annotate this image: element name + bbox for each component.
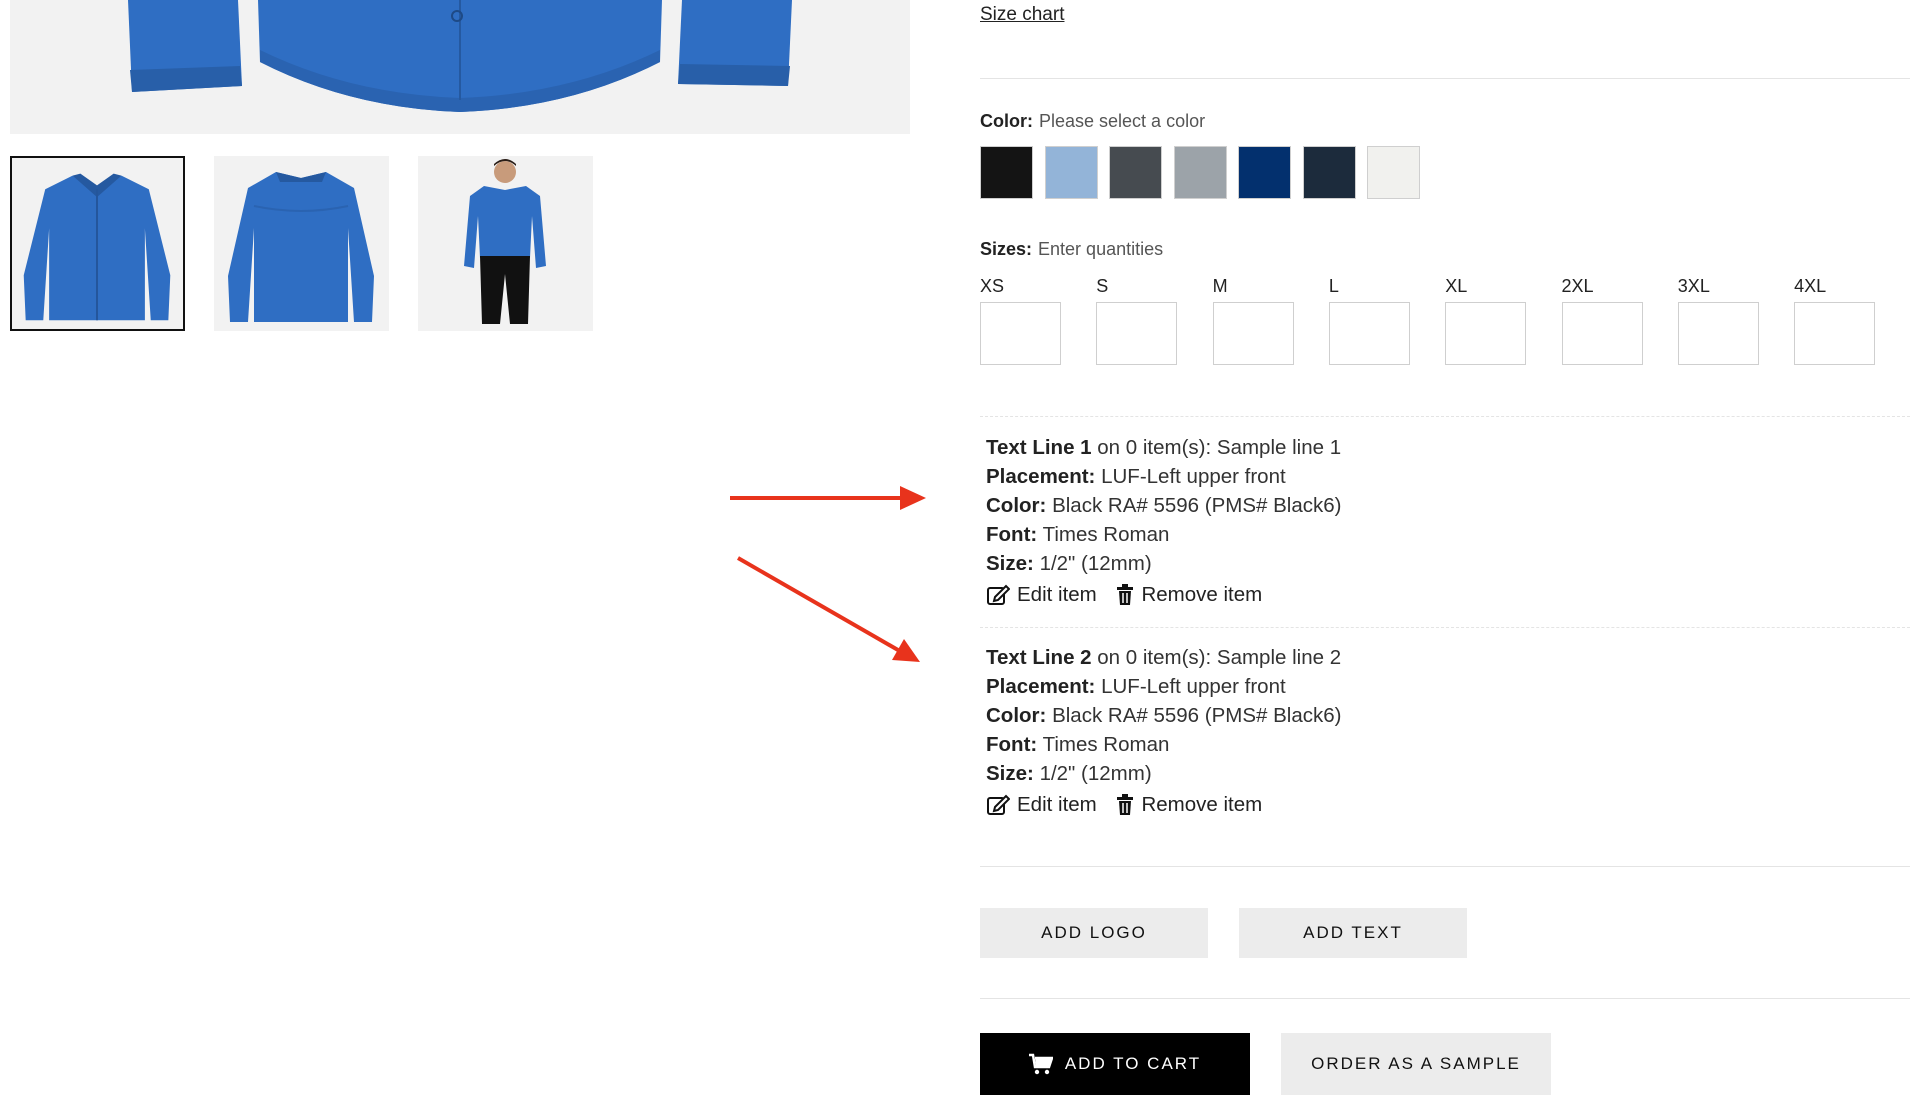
color-field-label: Color: Please select a color	[980, 111, 1205, 132]
size-label: Size:	[986, 762, 1034, 785]
size-quantity-input[interactable]	[1677, 302, 1759, 365]
color-swatch[interactable]	[1109, 146, 1162, 199]
add-to-cart-label: ADD TO CART	[1064, 1054, 1202, 1073]
edit-icon	[987, 584, 1010, 605]
size-quantity-input[interactable]	[1445, 302, 1527, 365]
color-value: Black RA# 5596 (PMS# Black6)	[1052, 494, 1342, 517]
color-swatch[interactable]	[1173, 146, 1227, 199]
color-label: Color:	[980, 111, 1033, 131]
color-label: Color:	[986, 704, 1047, 727]
size-quantity-input[interactable]	[1096, 302, 1178, 365]
font-value: Times Roman	[1042, 523, 1170, 546]
color-swatch[interactable]	[1302, 146, 1356, 199]
add-text-button[interactable]: ADD TEXT	[1239, 908, 1467, 958]
sizes-label: Sizes:	[980, 239, 1033, 259]
size-label: XL	[1445, 276, 1468, 296]
color-swatch[interactable]	[1044, 146, 1098, 199]
size-column: L	[1328, 276, 1410, 365]
decoration-title: Text Line 2	[986, 646, 1092, 669]
size-quantity-input[interactable]	[980, 302, 1061, 365]
placement-label: Placement:	[986, 675, 1096, 698]
size-value: 1/2" (12mm)	[1039, 552, 1152, 575]
size-column: 3XL	[1677, 276, 1759, 365]
size-column: S	[1096, 276, 1178, 365]
thumbnail-back[interactable]	[214, 156, 389, 331]
thumbnail-front[interactable]	[10, 156, 185, 331]
color-swatch[interactable]	[1238, 146, 1291, 199]
size-column: XS	[980, 276, 1061, 365]
font-label: Font:	[986, 523, 1038, 546]
size-label: 2XL	[1561, 276, 1594, 296]
color-label: Color:	[986, 494, 1047, 517]
size-quantity-input[interactable]	[1794, 302, 1876, 365]
main-product-image	[10, 0, 910, 134]
size-column: 4XL	[1794, 276, 1876, 365]
trash-icon	[1117, 583, 1134, 605]
size-column: XL	[1445, 276, 1527, 365]
color-value: Black RA# 5596 (PMS# Black6)	[1052, 704, 1342, 727]
placement-value: LUF-Left upper front	[1101, 675, 1286, 698]
font-value: Times Roman	[1042, 733, 1170, 756]
sizes-hint: Enter quantities	[1038, 239, 1164, 259]
decoration-item-2: Text Line 2 on 0 item(s): Sample line 2 …	[986, 643, 1341, 824]
color-swatch[interactable]	[1367, 146, 1420, 199]
decoration-summary: on 0 item(s): Sample line 2	[1097, 646, 1342, 669]
size-chart-link[interactable]: Size chart	[980, 4, 1064, 26]
size-label: L	[1328, 276, 1339, 296]
trash-icon	[1117, 793, 1134, 815]
remove-item-label: Remove item	[1141, 583, 1263, 606]
size-label: Size:	[986, 552, 1034, 575]
placement-value: LUF-Left upper front	[1101, 465, 1286, 488]
sizes-field-label: Sizes: Enter quantities	[980, 239, 1163, 260]
order-as-sample-button[interactable]: ORDER AS A SAMPLE	[1281, 1033, 1551, 1095]
size-column: M	[1212, 276, 1294, 365]
edit-item-button[interactable]: Edit item	[986, 580, 1097, 609]
divider	[980, 866, 1910, 867]
size-label: XS	[980, 276, 1005, 296]
divider	[980, 78, 1910, 79]
divider	[980, 416, 1910, 417]
color-swatch[interactable]	[980, 146, 1033, 199]
size-column: 2XL	[1561, 276, 1643, 365]
edit-item-label: Edit item	[1017, 583, 1097, 606]
decoration-summary: on 0 item(s): Sample line 1	[1097, 436, 1342, 459]
size-label: M	[1212, 276, 1228, 296]
font-label: Font:	[986, 733, 1038, 756]
placement-label: Placement:	[986, 465, 1096, 488]
divider	[980, 998, 1910, 999]
size-quantity-input[interactable]	[1212, 302, 1294, 365]
cart-icon	[1028, 1053, 1053, 1075]
divider	[980, 627, 1910, 628]
add-logo-label: ADD LOGO	[1041, 923, 1147, 942]
size-quantity-input[interactable]	[1328, 302, 1410, 365]
remove-item-label: Remove item	[1141, 793, 1263, 816]
add-logo-button[interactable]: ADD LOGO	[980, 908, 1208, 958]
remove-item-button[interactable]: Remove item	[1116, 580, 1262, 609]
decoration-item-1: Text Line 1 on 0 item(s): Sample line 1 …	[986, 433, 1341, 614]
decoration-title: Text Line 1	[986, 436, 1092, 459]
size-quantity-input[interactable]	[1561, 302, 1643, 365]
color-hint: Please select a color	[1039, 111, 1206, 131]
size-label: S	[1096, 276, 1109, 296]
add-text-label: ADD TEXT	[1303, 923, 1403, 942]
size-value: 1/2" (12mm)	[1039, 762, 1152, 785]
edit-icon	[987, 794, 1010, 815]
remove-item-button[interactable]: Remove item	[1116, 790, 1262, 819]
thumbnail-model[interactable]	[418, 156, 593, 331]
edit-item-button[interactable]: Edit item	[986, 790, 1097, 819]
edit-item-label: Edit item	[1017, 793, 1097, 816]
order-as-sample-label: ORDER AS A SAMPLE	[1311, 1054, 1521, 1073]
size-label: 3XL	[1677, 276, 1710, 296]
size-label: 4XL	[1794, 276, 1827, 296]
add-to-cart-button[interactable]: ADD TO CART	[980, 1033, 1250, 1095]
